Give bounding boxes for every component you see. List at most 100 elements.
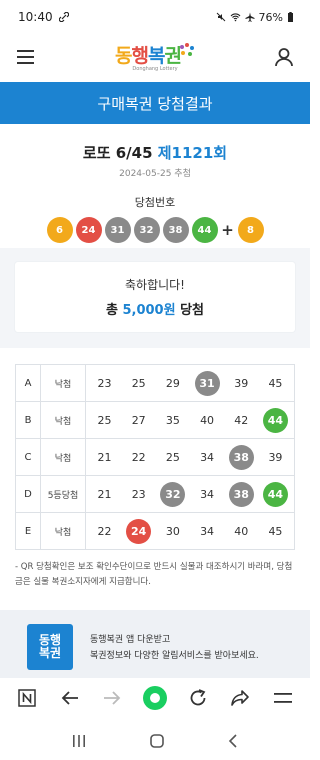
winning-ball: 31 [104, 217, 131, 243]
page-title-bar: 구매복권 당첨결과 [0, 82, 310, 124]
lane-result: 5등당첨 [40, 475, 86, 513]
logo-text: 동행복권 [115, 45, 182, 67]
clock: 10:40 [18, 10, 53, 24]
ticket-number: 40 [234, 524, 249, 538]
share-icon [231, 690, 249, 706]
back-arrow-icon [61, 691, 78, 705]
matched-number: 44 [262, 481, 288, 507]
ticket-number: 25 [165, 450, 180, 464]
matched-number: 31 [194, 370, 220, 396]
ticket-row: B 낙첨 25 27 35 40 42 44 [15, 401, 295, 439]
airplane-icon [245, 12, 255, 22]
ticket-number: 39 [268, 450, 283, 464]
ticket-number: 25 [131, 376, 146, 390]
user-icon[interactable] [274, 47, 294, 67]
refresh-button[interactable] [183, 683, 213, 713]
naver-icon [18, 689, 37, 707]
ticket-number: 34 [200, 487, 215, 501]
winning-ball: 38 [162, 217, 189, 243]
app-download-banner[interactable]: 동행 복권 동행복권 앱 다운받고 복권정보와 다양한 알림서비스를 받아보세요… [0, 610, 310, 678]
game-name: 로또 6/45 [82, 144, 153, 162]
lane-label: A [15, 364, 41, 402]
back-nav-icon[interactable] [227, 734, 239, 748]
naver-tab-button[interactable] [12, 683, 42, 713]
promo-line-1: 동행복권 앱 다운받고 [90, 635, 171, 645]
winning-ball: 32 [133, 217, 160, 243]
link-icon [58, 12, 69, 22]
lane-numbers: 21 22 25 34 38 39 [85, 438, 295, 476]
ticket-number: 23 [131, 487, 146, 501]
lane-result: 낙첨 [40, 512, 86, 550]
share-button[interactable] [225, 683, 255, 713]
bonus-ball: 8 [237, 217, 264, 243]
ticket-number: 34 [200, 524, 215, 538]
ticket-number: 22 [97, 524, 112, 538]
ticket-number: 45 [268, 376, 283, 390]
ticket-row: A 낙첨 23 25 29 31 39 45 [15, 364, 295, 402]
draw-date: 2024-05-25 추첨 [119, 169, 191, 179]
ticket-number: 45 [268, 524, 283, 538]
battery-percent: 76% [258, 10, 283, 24]
ticket-table: A 낙첨 23 25 29 31 39 45 B 낙첨 25 27 35 40 42 44 C 낙첨 21 22 25 3… [15, 364, 295, 550]
matched-number: 32 [160, 481, 186, 507]
lane-numbers: 22 24 30 34 40 45 [85, 512, 295, 550]
hamburger-menu-icon[interactable] [16, 49, 36, 65]
recent-apps-icon[interactable] [71, 734, 87, 748]
lane-numbers: 23 25 29 31 39 45 [85, 364, 295, 402]
app-logo-text: 동행 복권 [38, 633, 62, 660]
ticket-number: 40 [200, 413, 215, 427]
ticket-number: 27 [131, 413, 146, 427]
plus-sign: + [221, 221, 234, 239]
forward-button[interactable] [97, 683, 127, 713]
browser-menu-icon [273, 693, 292, 703]
ticket-number: 34 [200, 450, 215, 464]
winning-ball: 44 [191, 217, 218, 243]
matched-number: 38 [228, 481, 254, 507]
ticket-number: 29 [165, 376, 180, 390]
matched-number: 24 [126, 518, 152, 544]
ticket-number: 22 [131, 450, 146, 464]
ticket-number: 39 [234, 376, 249, 390]
home-icon [142, 686, 167, 710]
ticket-number: 30 [165, 524, 180, 538]
promo-text: 동행복권 앱 다운받고 복권정보와 다양한 알림서비스를 받아보세요. [90, 632, 259, 664]
lane-result: 낙첨 [40, 438, 86, 476]
qr-notice: - QR 당첨확인은 보조 확인수단이므로 반드시 실물과 대조하시기 바라며,… [15, 562, 293, 587]
ticket-number: 25 [97, 413, 112, 427]
ticket-row: E 낙첨 22 24 30 34 40 45 [15, 512, 295, 550]
ticket-row: D 5등당첨 21 23 32 34 38 44 [15, 475, 295, 513]
prize-prefix: 총 [105, 303, 118, 318]
winning-ball: 24 [75, 217, 102, 243]
forward-arrow-icon [104, 691, 121, 705]
lane-label: D [15, 475, 41, 513]
back-button[interactable] [55, 683, 85, 713]
lane-numbers: 21 23 32 34 38 44 [85, 475, 295, 513]
mute-icon [216, 12, 225, 22]
home-button[interactable] [140, 683, 170, 713]
logo-subtitle: Donghang Lottery [132, 66, 178, 72]
donghang-lottery-logo[interactable]: 동행복권 Donghang Lottery [115, 42, 195, 72]
round-number: 제1121회 [157, 144, 228, 162]
ticket-number: 35 [165, 413, 180, 427]
prize-suffix: 당첨 [180, 303, 205, 318]
promo-line-2: 복권정보와 다양한 알림서비스를 받아보세요. [90, 651, 259, 661]
status-bar: 10:40 76% [0, 0, 310, 34]
wifi-icon [230, 13, 240, 22]
app-header: 동행복권 Donghang Lottery [0, 34, 310, 80]
browser-menu-button[interactable] [268, 683, 298, 713]
congrats-text: 축하합니다! [124, 278, 185, 292]
browser-toolbar [0, 678, 310, 718]
winning-ball: 6 [46, 217, 73, 243]
logo-pinwheel-icon [179, 43, 194, 56]
refresh-icon [190, 689, 205, 706]
home-nav-icon[interactable] [149, 733, 165, 749]
winning-numbers-label: 당첨번호 [134, 196, 176, 209]
round-title: 로또 6/45 제1121회 [0, 142, 310, 163]
matched-number: 38 [228, 444, 254, 470]
lane-numbers: 25 27 35 40 42 44 [85, 401, 295, 439]
lane-result: 낙첨 [40, 364, 86, 402]
ticket-number: 42 [234, 413, 249, 427]
ticket-number: 21 [97, 450, 112, 464]
lane-label: C [15, 438, 41, 476]
result-summary: 축하합니다! 총 5,000원 당첨 [15, 262, 295, 332]
